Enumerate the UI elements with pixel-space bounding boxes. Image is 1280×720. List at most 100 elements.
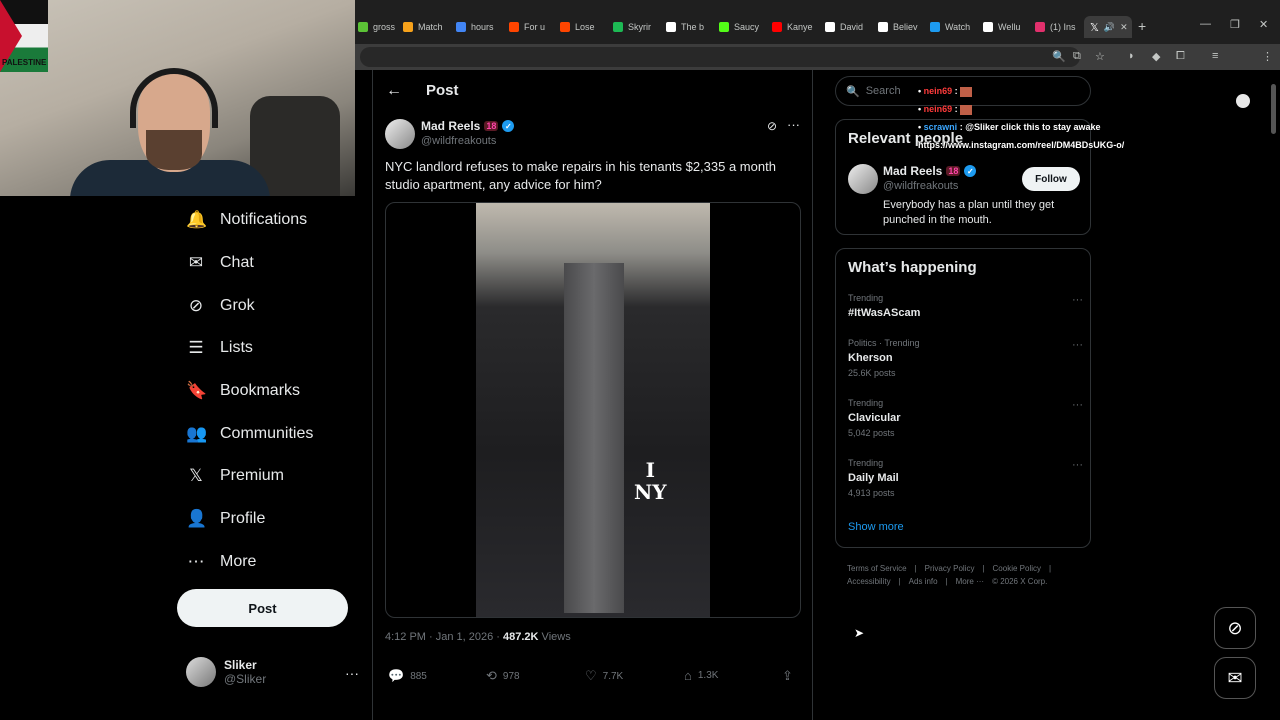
sidebar-item-notifications[interactable]: 🔔 Notifications: [186, 205, 307, 235]
sidebar-item-profile[interactable]: 👤 Profile: [186, 504, 265, 534]
post-more-icon[interactable]: ···: [787, 117, 800, 132]
browser-tab[interactable]: Skyrir: [613, 16, 659, 38]
account-switcher[interactable]: Sliker @Sliker: [186, 657, 266, 687]
footer-link[interactable]: Terms of Service: [847, 564, 907, 573]
sidebar-item-lists[interactable]: ☰ Lists: [186, 333, 253, 363]
scrollbar[interactable]: [1271, 84, 1276, 134]
author-handle[interactable]: @wildfreakouts: [421, 135, 496, 147]
url-field[interactable]: [360, 47, 1080, 67]
post-video[interactable]: I NY: [385, 202, 801, 618]
footer-separator: |: [1049, 564, 1052, 573]
sidebar-item-premium[interactable]: 𝕏 Premium: [186, 461, 284, 491]
minimize-button[interactable]: —: [1200, 18, 1211, 30]
trend-more-icon[interactable]: ···: [1072, 294, 1083, 306]
browser-tab[interactable]: Saucy: [719, 16, 765, 38]
extension-icon[interactable]: ◆: [1152, 50, 1160, 63]
browser-menu-icon[interactable]: ⋮: [1262, 50, 1273, 63]
tab-favicon-icon: [1035, 22, 1045, 32]
profile-icon: 👤: [186, 509, 208, 528]
new-tab-button[interactable]: +: [1138, 18, 1146, 34]
trend-item[interactable]: Politics · Trending Kherson 25.6K posts: [848, 338, 1078, 378]
trend-more-icon[interactable]: ···: [1072, 459, 1083, 471]
browser-tab[interactable]: (1) Ins: [1035, 16, 1081, 38]
sidebar-item-chat[interactable]: ✉ Chat: [186, 248, 254, 278]
chat-icon: ✉: [188, 253, 204, 272]
follow-button[interactable]: Follow: [1022, 167, 1080, 191]
close-tab-icon[interactable]: ✕: [1120, 22, 1128, 33]
footer-link[interactable]: Ads info: [909, 577, 938, 586]
browser-profile-avatar[interactable]: [1236, 94, 1250, 108]
zoom-icon[interactable]: 🔍: [1052, 50, 1066, 63]
trend-name: Daily Mail: [848, 472, 899, 484]
reply-button[interactable]: 💬 885: [388, 668, 427, 684]
tab-label: For u: [524, 22, 546, 32]
media-icon[interactable]: ≡: [1212, 50, 1218, 62]
extension-icon[interactable]: ◗: [1128, 50, 1135, 62]
back-arrow-icon[interactable]: ←: [386, 82, 402, 100]
author-avatar[interactable]: [385, 119, 415, 149]
footer-link[interactable]: Accessibility: [847, 577, 891, 586]
sidebar-item-bookmarks[interactable]: 🔖 Bookmarks: [186, 376, 300, 406]
trend-more-icon[interactable]: ···: [1072, 339, 1083, 351]
chat-text: https://www.instagram.com/reel/DM4BDsUKG…: [918, 140, 1125, 150]
post-button[interactable]: Post: [177, 589, 348, 627]
tab-label: (1) Ins: [1050, 22, 1076, 32]
footer-link[interactable]: Cookie Policy: [993, 564, 1041, 573]
active-browser-tab[interactable]: 𝕏 🔊 ✕: [1084, 16, 1132, 38]
account-more-icon[interactable]: ···: [345, 665, 359, 681]
close-window-button[interactable]: ✕: [1259, 18, 1268, 31]
relevant-avatar[interactable]: [848, 164, 878, 194]
browser-tab[interactable]: David: [825, 16, 871, 38]
restore-button[interactable]: ❐: [1230, 18, 1240, 31]
extensions-puzzle-icon[interactable]: ⧠: [1176, 50, 1185, 63]
repost-button[interactable]: ⟲ 978: [486, 668, 520, 684]
messages-fab-icon[interactable]: ✉: [1214, 657, 1256, 699]
trend-item[interactable]: Trending #ItWasAScam: [848, 293, 1078, 319]
tab-label: Watch: [945, 22, 971, 32]
search-placeholder: Search: [865, 85, 901, 97]
browser-tab[interactable]: For u: [509, 16, 555, 38]
webcam-overlay: PALESTINE: [0, 0, 355, 196]
sidebar-item-communities[interactable]: 👥 Communities: [186, 419, 313, 449]
footer-link[interactable]: © 2026 X Corp.: [992, 577, 1047, 586]
grok-fab-icon[interactable]: ⊘: [1214, 607, 1256, 649]
browser-tab[interactable]: The b: [666, 16, 712, 38]
x-logo-icon: 𝕏: [1090, 21, 1099, 34]
share-button[interactable]: ⇪: [782, 668, 793, 684]
author-name: Mad Reels: [421, 119, 481, 133]
browser-tab[interactable]: Watch: [930, 16, 976, 38]
browser-tab[interactable]: gross: [358, 16, 404, 38]
trend-more-icon[interactable]: ···: [1072, 399, 1083, 411]
bookmark-star-icon[interactable]: ☆: [1095, 50, 1105, 63]
more-icon: ⋯: [187, 552, 205, 571]
browser-tab[interactable]: Wellu: [983, 16, 1029, 38]
tab-label: Saucy: [734, 22, 760, 32]
browser-tab[interactable]: Kanye: [772, 16, 818, 38]
bookmark-button[interactable]: ⌂ 1.3K: [684, 668, 718, 683]
trend-count: 25.6K posts: [848, 368, 896, 378]
browser-tab[interactable]: Lose: [560, 16, 606, 38]
footer-link[interactable]: Privacy Policy: [925, 564, 975, 573]
sidebar-item-more[interactable]: ⋯ More: [186, 547, 257, 577]
author-name-row[interactable]: Mad Reels 18 ✓: [421, 119, 515, 133]
install-icon[interactable]: ⧉: [1073, 50, 1081, 63]
browser-tab[interactable]: hours: [456, 16, 502, 38]
sidebar-item-grok[interactable]: ⊘ Grok: [186, 291, 255, 321]
video-frame[interactable]: I NY: [476, 203, 710, 617]
bookmarks-icon: 🔖: [186, 381, 208, 400]
chat-message: • nein69 :: [918, 82, 1124, 100]
footer-link[interactable]: More ···: [956, 577, 984, 586]
relevant-name-row[interactable]: Mad Reels 18 ✓: [883, 164, 977, 178]
like-button[interactable]: ♡ 7.7K: [585, 668, 623, 684]
browser-tab[interactable]: Believ: [878, 16, 924, 38]
grok-icon[interactable]: ⊘: [767, 119, 777, 133]
lists-icon: ☰: [188, 338, 204, 357]
trend-item[interactable]: Trending Clavicular 5,042 posts: [848, 398, 1078, 438]
show-more-link[interactable]: Show more: [848, 521, 904, 533]
verified-icon: ✓: [964, 165, 977, 177]
headphones-image: [130, 68, 218, 128]
trend-item[interactable]: Trending Daily Mail 4,913 posts: [848, 458, 1078, 498]
post-timestamp[interactable]: 4:12 PM · Jan 1, 2026 ·: [385, 631, 503, 643]
relevant-handle[interactable]: @wildfreakouts: [883, 180, 958, 192]
browser-tab[interactable]: Match: [403, 16, 449, 38]
